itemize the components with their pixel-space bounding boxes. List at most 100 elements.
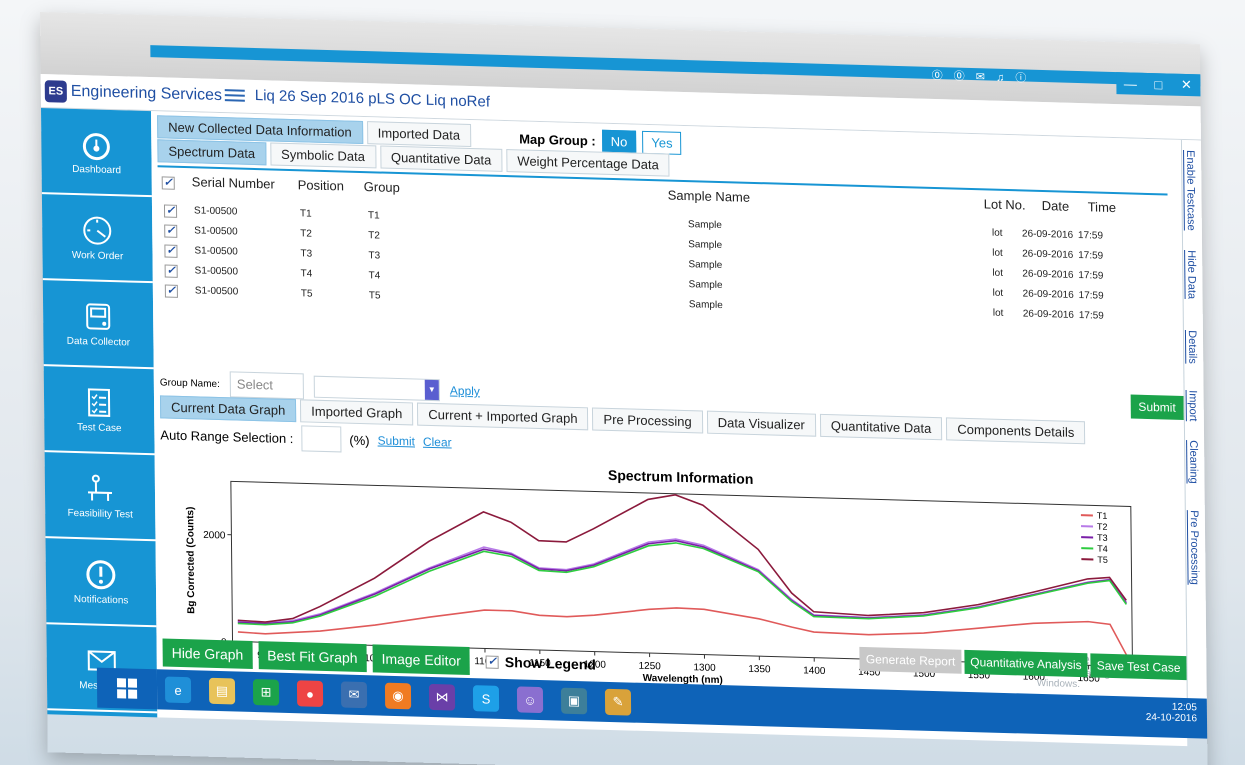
hide-graph-button[interactable]: Hide Graph (162, 638, 253, 669)
tab-pre-processing[interactable]: Pre Processing (592, 407, 703, 434)
cell-time: 17:59 (1078, 270, 1104, 282)
cell-group: T5 (368, 290, 381, 302)
best-fit-graph-button[interactable]: Best Fit Graph (258, 641, 367, 673)
cell-group: T2 (368, 230, 380, 242)
tab-imported-graph[interactable]: Imported Graph (300, 399, 414, 426)
series-line-t3 (237, 539, 1127, 625)
logo-icon: ES (44, 80, 67, 103)
skype-icon[interactable]: S (472, 685, 500, 712)
header-icons[interactable]: ⓪ ⓪ ✉ ♫ ⓘ (932, 67, 1031, 86)
hide-data-link[interactable]: Hide Data (1185, 250, 1198, 299)
cell-lot: lot (992, 267, 1004, 279)
header-serial: Serial Number (191, 174, 275, 192)
auto-range-clear-link[interactable]: Clear (423, 435, 452, 450)
firefox-icon[interactable]: ◉ (384, 682, 412, 710)
sidebar-item-label: Feasibility Test (67, 507, 133, 521)
import-link[interactable]: Import (1187, 390, 1199, 422)
row-checkbox[interactable]: ✓ (164, 244, 178, 258)
series-line-t4 (237, 542, 1127, 626)
cell-position: T3 (300, 248, 313, 260)
enable-testcase-link[interactable]: Enable Testcase (1184, 150, 1197, 231)
plot-frame (230, 480, 1133, 668)
cell-serial: S1-00500 (194, 285, 239, 298)
store-icon[interactable]: ⊞ (252, 678, 280, 706)
window-app-icon[interactable]: ▣ (560, 687, 588, 715)
ie-icon[interactable]: e (164, 676, 192, 704)
chart-title: Spectrum Information (608, 467, 754, 487)
tab-spectrum-data[interactable]: Spectrum Data (157, 139, 267, 166)
tab-weight-percentage[interactable]: Weight Percentage Data (506, 149, 670, 177)
cell-date: 26-09-2016 (1022, 268, 1074, 281)
row-checkbox[interactable]: ✓ (164, 224, 178, 238)
tab-quantitative-data[interactable]: Quantitative Data (379, 145, 503, 172)
apply-link[interactable]: Apply (450, 383, 480, 398)
group-name-select[interactable]: Select (229, 371, 304, 400)
legend-label: T3 (1097, 533, 1108, 543)
header-position: Position (297, 177, 345, 194)
details-link[interactable]: Details (1186, 330, 1198, 364)
y-tick-label: 2000 (203, 530, 226, 542)
sidebar-item-work-order[interactable]: Work Order (41, 194, 153, 284)
sidebar-item-label: Test Case (77, 421, 122, 434)
legend-label: T2 (1097, 522, 1108, 532)
sidebar-item-test-case[interactable]: Test Case (43, 366, 155, 456)
menu-icon[interactable] (224, 86, 245, 103)
tab-data-visualizer[interactable]: Data Visualizer (706, 410, 816, 437)
tab-quantitative-data-graph[interactable]: Quantitative Data (819, 413, 943, 441)
windows-start-icon[interactable] (116, 677, 138, 700)
cell-date: 26-09-2016 (1022, 288, 1074, 301)
cell-position: T4 (300, 268, 313, 280)
series-line-t5 (237, 494, 1127, 623)
logo-text: Engineering Services (70, 82, 223, 105)
tab-current-imported-graph[interactable]: Current + Imported Graph (417, 402, 589, 431)
row-checkbox[interactable]: ✓ (164, 264, 178, 278)
select-all-checkbox[interactable]: ✓ (161, 176, 175, 190)
auto-range-submit-link[interactable]: Submit (377, 433, 415, 448)
map-group-no-button[interactable]: No (601, 129, 637, 154)
cell-position: T1 (299, 208, 312, 220)
sidebar-item-dashboard[interactable]: Dashboard (41, 108, 152, 198)
cell-date: 26-09-2016 (1022, 308, 1075, 321)
header-sample: Sample Name (667, 187, 751, 205)
sidebar-item-feasibility-test[interactable]: Feasibility Test (44, 452, 156, 542)
group-dropdown[interactable]: ▼ (313, 375, 440, 402)
show-legend-checkbox[interactable]: ✓ (485, 654, 499, 669)
hard-drive-icon (86, 302, 111, 330)
sidebar: Dashboard Work Order Data Collector Test… (41, 108, 158, 718)
sidebar-item-notifications[interactable]: Notifications (45, 538, 157, 628)
thunderbird-icon[interactable]: ✉ (340, 681, 368, 709)
pidgin-icon[interactable]: ☺ (516, 686, 544, 714)
visual-studio-icon[interactable]: ⋈ (428, 683, 456, 711)
minimize-icon[interactable]: — (1116, 72, 1144, 95)
cell-group: T3 (368, 250, 381, 262)
tab-current-data-graph[interactable]: Current Data Graph (159, 395, 297, 423)
show-legend-label: Show Legend (504, 654, 596, 673)
show-legend-toggle[interactable]: ✓ Show Legend (485, 653, 596, 673)
tab-symbolic-data[interactable]: Symbolic Data (269, 142, 377, 169)
pre-processing-link[interactable]: Pre Processing (1188, 510, 1201, 585)
maximize-icon[interactable]: □ (1144, 73, 1172, 96)
paint-icon[interactable]: ✎ (604, 688, 632, 716)
tab-imported-data[interactable]: Imported Data (366, 121, 472, 148)
sidebar-item-label: Work Order (71, 249, 124, 262)
map-group-yes-button[interactable]: Yes (642, 130, 682, 155)
header-group: Group (363, 179, 400, 196)
chrome-icon[interactable]: ● (296, 680, 324, 707)
chevron-down-icon: ▼ (424, 379, 439, 401)
clock[interactable]: 12:05 24-10-2016 (1146, 701, 1197, 725)
folder-icon[interactable]: ▤ (208, 677, 236, 705)
cell-position: T5 (300, 288, 313, 300)
cell-time: 17:59 (1078, 290, 1104, 302)
row-checkbox[interactable]: ✓ (163, 204, 178, 218)
close-icon[interactable]: ✕ (1172, 74, 1200, 97)
cell-serial: S1-00500 (194, 245, 238, 258)
cleaning-link[interactable]: Cleaning (1187, 440, 1199, 484)
auto-range-input[interactable] (301, 425, 342, 453)
tab-components-details[interactable]: Components Details (946, 417, 1086, 445)
image-editor-button[interactable]: Image Editor (372, 644, 471, 676)
row-checkbox[interactable]: ✓ (164, 284, 178, 298)
submit-button[interactable]: Submit (1130, 394, 1184, 420)
header-date: Date (1041, 197, 1070, 214)
legend-label: T1 (1097, 511, 1108, 521)
sidebar-item-data-collector[interactable]: Data Collector (42, 280, 154, 370)
